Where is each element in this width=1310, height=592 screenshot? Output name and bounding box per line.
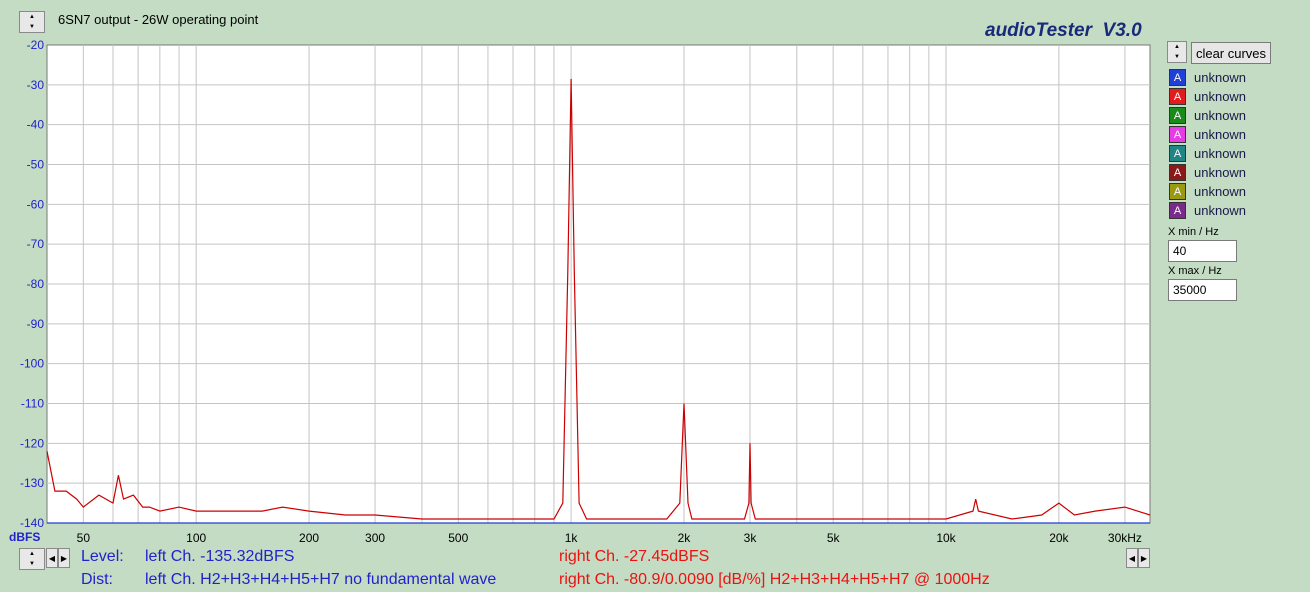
y-tick-label: -100 [20,357,44,371]
down-arrow-icon[interactable]: ▼ [1174,54,1180,60]
legend-item[interactable]: Aunknown [1169,88,1246,105]
level-left: left Ch. -135.32dBFS [145,548,295,565]
legend-item[interactable]: Aunknown [1169,145,1246,162]
x-tick-label: 100 [186,531,206,545]
x-tick-label: 500 [448,531,468,545]
curve-color-icon[interactable]: A [1169,145,1186,162]
scroll-left-icon[interactable]: ◀ [46,548,58,568]
left-scroll-buttons: ◀ ▶ [46,548,70,568]
curve-color-icon[interactable]: A [1169,183,1186,200]
up-arrow-icon[interactable]: ▲ [29,551,35,557]
y-tick-label: -50 [27,158,45,172]
x-tick-label: 5k [827,531,841,545]
legend-item[interactable]: Aunknown [1169,107,1246,124]
y-tick-label: -30 [27,78,45,92]
legend-item[interactable]: Aunknown [1169,202,1246,219]
x-tick-label: 300 [365,531,385,545]
right-scroll-buttons: ◀ ▶ [1126,548,1150,568]
x-tick-label: 1k [565,531,579,545]
x-tick-label: 3k [744,531,758,545]
legend-item[interactable]: Aunknown [1169,164,1246,181]
up-arrow-icon[interactable]: ▲ [1174,44,1180,50]
legend-item[interactable]: Aunknown [1169,183,1246,200]
y-tick-label: -70 [27,237,45,251]
y-tick-label: -130 [20,476,44,490]
curve-select-spinner[interactable]: ▲ ▼ [1167,41,1187,63]
curve-color-icon[interactable]: A [1169,164,1186,181]
legend-label: unknown [1194,184,1247,199]
curve-color-icon[interactable]: A [1169,126,1186,143]
y-tick-label: -60 [27,197,45,211]
x-tick-labels: 50 100 200 300 500 1k 2k 3k 5k 10k 20k 30kHz [77,531,1142,545]
y-tick-label: -120 [20,436,44,450]
level-right: right Ch. -27.45dBFS [559,548,710,565]
curve-color-icon[interactable]: A [1169,69,1186,86]
legend-label: unknown [1194,146,1247,161]
y-tick-label: -110 [21,397,44,411]
dist-right: right Ch. -80.9/0.0090 [dB/%] H2+H3+H4+H… [559,571,990,588]
spectrum-chart: -20 -30 -40 -50 -60 -70 -80 -90 -100 -110 -120 -130… [20,38,1151,545]
xmax-input[interactable] [1168,279,1237,301]
y-tick-label: -20 [27,38,45,52]
x-tick-label: 30kHz [1108,531,1142,545]
dist-label: Dist: [81,571,113,588]
clear-curves-button[interactable]: clear curves [1191,42,1271,64]
legend-label: unknown [1194,165,1247,180]
x-tick-label: 200 [299,531,319,545]
curve-color-icon[interactable]: A [1169,88,1186,105]
legend-label: unknown [1194,89,1247,104]
legend-item[interactable]: Aunknown [1169,69,1246,86]
scroll-right-icon[interactable]: ▶ [58,548,70,568]
y-tick-label: -90 [27,317,45,331]
scroll-right-icon[interactable]: ▶ [1138,548,1150,568]
status-spinner[interactable]: ▲ ▼ [19,548,45,570]
curve-color-icon[interactable]: A [1169,202,1186,219]
curve-color-icon[interactable]: A [1169,107,1186,124]
y-tick-label: -40 [27,118,45,132]
x-tick-label: 50 [77,531,91,545]
legend-label: unknown [1194,70,1247,85]
y-tick-labels: -20 -30 -40 -50 -60 -70 -80 -90 -100 -110 -120 -130… [20,38,44,530]
level-label: Level: [81,548,124,565]
down-arrow-icon[interactable]: ▼ [29,561,35,567]
x-tick-label: 20k [1049,531,1069,545]
y-tick-label: -80 [27,277,45,291]
legend-label: unknown [1194,127,1247,142]
xmin-label: X min / Hz [1168,226,1219,238]
y-tick-label: -140 [20,516,44,530]
x-tick-label: 2k [678,531,692,545]
legend-label: unknown [1194,203,1247,218]
y-axis-unit-label: dBFS [9,530,41,544]
legend-label: unknown [1194,108,1247,123]
xmin-input[interactable] [1168,240,1237,262]
legend-item[interactable]: Aunknown [1169,126,1246,143]
xmax-label: X max / Hz [1168,265,1222,277]
scroll-left-icon[interactable]: ◀ [1126,548,1138,568]
dist-left: left Ch. H2+H3+H4+H5+H7 no fundamental w… [145,571,497,588]
x-tick-label: 10k [936,531,956,545]
